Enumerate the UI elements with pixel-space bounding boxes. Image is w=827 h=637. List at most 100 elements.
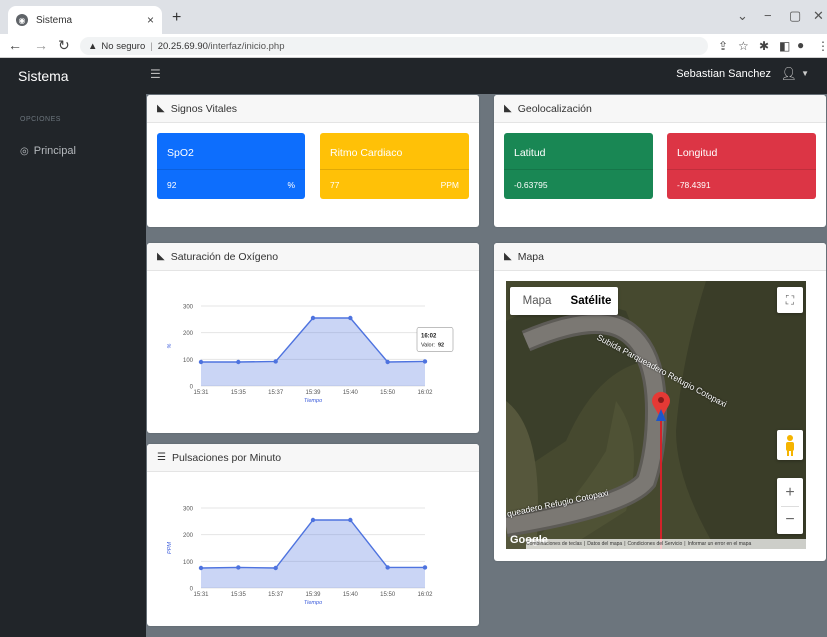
tab-search-icon[interactable]: ⌄ — [737, 8, 748, 24]
map-type-mapa-button[interactable]: Mapa — [510, 287, 564, 315]
card-header: ☰ Pulsaciones por Minuto — [147, 444, 479, 472]
card-header: ◣ Signos Vitales — [147, 95, 479, 123]
new-tab-button[interactable]: + — [172, 9, 181, 27]
x-axis-label: Tiempo — [304, 600, 322, 606]
card-title: Signos Vitales — [170, 102, 238, 115]
close-window-button[interactable]: ✕ — [813, 8, 824, 24]
y-tick-label: 100 — [183, 560, 194, 566]
list-icon: ☰ — [157, 452, 166, 463]
data-point — [273, 565, 278, 571]
card-header: ◣ Mapa — [494, 243, 826, 271]
url-field[interactable]: ▲ No seguro | 20.25.69.90/interfaz/inici… — [80, 37, 708, 55]
x-tick-label: 16:02 — [417, 592, 433, 598]
y-tick-label: 300 — [183, 507, 194, 513]
street-view-pegman-icon[interactable] — [777, 430, 803, 460]
data-point — [422, 359, 428, 364]
brand-title[interactable]: Sistema — [0, 58, 146, 94]
longitud-panel: Longitud -78.4391 — [667, 133, 816, 199]
x-tick-label: 15:50 — [380, 390, 396, 396]
card-title: Saturación de Oxígeno — [170, 250, 279, 263]
data-point — [422, 565, 428, 570]
y-tick-label: 200 — [183, 331, 194, 337]
data-point — [385, 359, 390, 365]
data-point — [273, 359, 278, 364]
url-path: /interfaz/inicio.php — [207, 40, 285, 52]
spo2-value: 92 — [167, 180, 177, 190]
saturacion-chart: 010020030015:31 15:35 15:37 15:39 15:40 15:50… — [167, 305, 454, 404]
zoom-out-button[interactable]: − — [785, 507, 794, 533]
spo2-panel: SpO2 92 % — [157, 133, 305, 199]
tooltip-value: 92 — [438, 342, 444, 348]
dashboard-icon: ◎ — [20, 145, 29, 157]
data-point — [310, 315, 316, 321]
card-title: Geolocalización — [517, 102, 592, 115]
url-host: 20.25.69.90 — [157, 40, 208, 52]
tooltip-label: Valor: — [421, 342, 435, 348]
data-point — [198, 359, 204, 365]
map-footer-link[interactable]: Combinaciones de teclas — [526, 541, 582, 547]
spo2-label: SpO2 — [167, 147, 194, 159]
menu-icon[interactable]: ⋮ — [817, 39, 827, 53]
sidebar-item-label: Principal — [33, 145, 76, 157]
ritmo-label: Ritmo Cardiaco — [330, 147, 403, 159]
zoom-control: + − — [777, 478, 803, 534]
longitud-value: -78.4391 — [677, 180, 711, 190]
data-point — [385, 565, 390, 570]
x-tick-label: 15:40 — [343, 592, 359, 598]
data-point — [348, 315, 353, 321]
zoom-in-button[interactable]: + — [785, 480, 794, 506]
favicon-icon: ◉ — [16, 14, 28, 26]
browser-tab[interactable]: ◉ Sistema × — [8, 6, 162, 34]
card-title: Pulsaciones por Minuto — [171, 451, 282, 464]
pulsaciones-chart: 010020030015:31 15:35 15:37 15:39 15:40 15:50… — [167, 507, 433, 607]
reload-icon[interactable]: ↻ — [58, 37, 70, 54]
tab-title: Sistema — [36, 14, 73, 26]
pulsaciones-card: ☰ Pulsaciones por Minuto 0 100 200 300 15:31… — [147, 444, 479, 626]
back-icon[interactable]: ← — [8, 37, 22, 53]
card-title: Mapa — [517, 250, 544, 263]
extensions-icon[interactable]: ✱ — [759, 39, 769, 53]
bookmark-star-icon[interactable]: ☆ — [738, 39, 749, 53]
data-point — [236, 565, 241, 570]
sidepanel-icon[interactable]: ◧ — [779, 39, 790, 53]
tooltip: 16:02 Valor: 92 — [416, 327, 454, 352]
x-tick-label: 15:31 — [193, 592, 209, 598]
profile-icon[interactable]: ● — [797, 38, 804, 52]
data-point — [236, 359, 241, 365]
minimize-button[interactable]: − — [764, 8, 772, 23]
area-fill — [201, 520, 425, 588]
x-tick-label: 15:35 — [231, 592, 247, 598]
menu-toggle-icon[interactable]: ☰ — [150, 67, 161, 81]
y-tick-label: 200 — [183, 533, 194, 539]
map-type-satelite-button[interactable]: Satélite — [564, 287, 618, 315]
y-tick-label: 100 — [183, 358, 194, 364]
ritmo-value: 77 — [330, 180, 340, 190]
x-tick-label: 16:02 — [417, 390, 433, 396]
forward-icon[interactable]: → — [34, 37, 48, 53]
x-tick-label: 15:39 — [305, 390, 321, 396]
x-tick-label: 15:40 — [343, 390, 359, 396]
user-name[interactable]: Sebastian Sanchez — [676, 68, 771, 80]
ritmo-panel: Ritmo Cardiaco 77 PPM — [320, 133, 469, 199]
latitud-value: -0.63795 — [514, 180, 548, 190]
latitud-label: Latitud — [514, 147, 546, 159]
chart-area-icon: ◣ — [504, 103, 512, 114]
restore-button[interactable]: ▢ — [789, 8, 801, 24]
tab-close-icon[interactable]: × — [147, 13, 154, 27]
map-footer-link[interactable]: Datos del mapa — [587, 541, 622, 547]
x-axis-label: Tiempo — [304, 398, 322, 404]
x-tick-label: 15:37 — [268, 390, 284, 396]
share-icon[interactable]: ⇪ — [718, 39, 728, 53]
sidebar-heading: OPCIONES — [20, 116, 61, 123]
user-icon[interactable]: 👤︎ — [780, 66, 797, 82]
map-footer-link[interactable]: Condiciones del Servicio — [628, 541, 683, 547]
tooltip-time: 16:02 — [421, 333, 437, 339]
map-footer-link[interactable]: Informar un error en el mapa — [688, 541, 752, 547]
fullscreen-icon[interactable]: ⛶ — [777, 287, 803, 313]
user-caret-icon[interactable]: ▼ — [801, 69, 809, 78]
warning-icon: ▲ — [88, 40, 98, 52]
y-tick-label: 300 — [183, 305, 194, 311]
x-tick-label: 15:35 — [231, 390, 247, 396]
chart-area-icon: ◣ — [157, 251, 165, 262]
sidebar-item-principal[interactable]: ◎ Principal — [20, 145, 76, 157]
